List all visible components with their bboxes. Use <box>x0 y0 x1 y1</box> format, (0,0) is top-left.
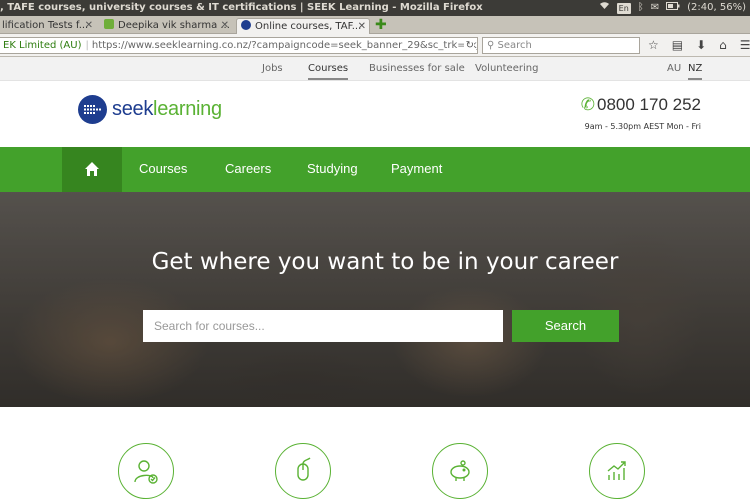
tab-label: lification Tests f... <box>2 20 89 31</box>
menu-payment[interactable]: Payment <box>391 161 442 176</box>
phone-number[interactable]: ✆ 0800 170 252 <box>581 95 701 115</box>
bookmark-star-icon[interactable]: ☆ <box>648 37 659 54</box>
mouse-icon <box>275 443 331 499</box>
home-icon <box>85 162 99 176</box>
browser-tab-bar: lification Tests f... ✕ Deepika vik shar… <box>0 16 750 34</box>
growth-chart-icon <box>589 443 645 499</box>
nav-toolbar-icons: ☆ ▤ ⬇ ⌂ ☰ <box>648 37 750 54</box>
phone-icon: ✆ <box>580 95 595 114</box>
piggy-bank-icon <box>432 443 488 499</box>
favicon-icon <box>104 19 114 29</box>
logo-wordmark: seeklearning <box>112 98 222 121</box>
menu-careers[interactable]: Careers <box>225 161 271 176</box>
phone-text: 0800 170 252 <box>597 95 701 114</box>
menu-icon[interactable]: ☰ <box>740 37 750 54</box>
features-strip <box>0 407 750 500</box>
menu-studying[interactable]: Studying <box>307 161 358 176</box>
downloads-icon[interactable]: ⬇ <box>696 37 706 54</box>
search-icon: ⚲ <box>487 40 495 51</box>
topnav-jobs[interactable]: Jobs <box>262 63 283 74</box>
tab-online-courses[interactable]: Online courses, TAF... ✕ <box>236 18 370 34</box>
graduate-check-icon <box>118 443 174 499</box>
opening-hours: 9am - 5.30pm AEST Mon - Fri <box>584 122 701 131</box>
topnav-volunteering[interactable]: Volunteering <box>475 63 538 74</box>
new-tab-icon[interactable]: ✚ <box>375 17 387 33</box>
tab-label: Online courses, TAF... <box>255 21 362 32</box>
course-search-button[interactable]: Search <box>512 310 619 342</box>
region-nz[interactable]: NZ <box>688 63 703 80</box>
seek-learning-logo[interactable]: seeklearning <box>78 95 222 124</box>
main-menu: Courses Careers Studying Payment <box>0 147 750 192</box>
site-top-nav: Jobs Courses Businesses for sale Volunte… <box>0 57 750 81</box>
window-title: , TAFE courses, university courses & IT … <box>0 2 483 13</box>
close-tab-icon[interactable]: ✕ <box>221 18 229 33</box>
seek-favicon-icon <box>241 20 251 30</box>
logo-word-learning: learning <box>153 98 222 120</box>
logo-word-seek: seek <box>112 98 154 120</box>
course-search-input[interactable]: Search for courses... <box>143 310 503 342</box>
tab-qualification-tests[interactable]: lification Tests f... ✕ <box>0 18 96 34</box>
close-tab-icon[interactable]: ✕ <box>85 18 93 33</box>
battery-icon[interactable] <box>666 0 680 16</box>
topnav-courses[interactable]: Courses <box>308 63 349 80</box>
site-identity[interactable]: EK Limited (AU) <box>0 40 86 51</box>
browser-search-input[interactable]: ⚲ Search <box>482 37 640 54</box>
tab-label: Deepika vik sharma ... <box>118 20 230 31</box>
mail-icon[interactable]: ✉ <box>651 0 659 16</box>
tab-deepika[interactable]: Deepika vik sharma ... ✕ <box>100 18 232 34</box>
region-au[interactable]: AU <box>667 63 681 74</box>
logo-mark-icon <box>78 95 107 124</box>
close-tab-icon[interactable]: ✕ <box>358 19 366 34</box>
url-bar[interactable]: EK Limited (AU) | https://www.seeklearning… <box>0 37 478 54</box>
hero-banner: Get where you want to be in your career … <box>0 192 750 407</box>
wifi-icon[interactable] <box>599 0 610 16</box>
menu-courses[interactable]: Courses <box>139 161 187 176</box>
reload-icon[interactable]: ↻ <box>463 38 474 53</box>
home-icon[interactable]: ⌂ <box>719 37 727 54</box>
battery-status: (2:40, 56%) <box>687 2 746 13</box>
hero-headline: Get where you want to be in your career <box>151 249 619 275</box>
menu-home-button[interactable] <box>62 147 122 192</box>
reading-list-icon[interactable]: ▤ <box>672 37 683 54</box>
keyboard-layout[interactable]: En <box>616 2 631 14</box>
bluetooth-icon[interactable]: ᛒ <box>638 0 644 16</box>
hero-background-image <box>0 192 750 407</box>
browser-search-placeholder: Search <box>497 40 532 51</box>
browser-nav-bar: EK Limited (AU) | https://www.seeklearning… <box>0 34 750 57</box>
os-title-bar: , TAFE courses, university courses & IT … <box>0 0 750 16</box>
site-header: seeklearning ✆ 0800 170 252 9am - 5.30pm … <box>0 81 750 147</box>
system-tray: En ᛒ ✉ (2:40, 56%) <box>599 0 746 16</box>
topnav-businesses-for-sale[interactable]: Businesses for sale <box>369 63 465 74</box>
url-text[interactable]: https://www.seeklearning.co.nz/?campaign… <box>89 40 477 51</box>
